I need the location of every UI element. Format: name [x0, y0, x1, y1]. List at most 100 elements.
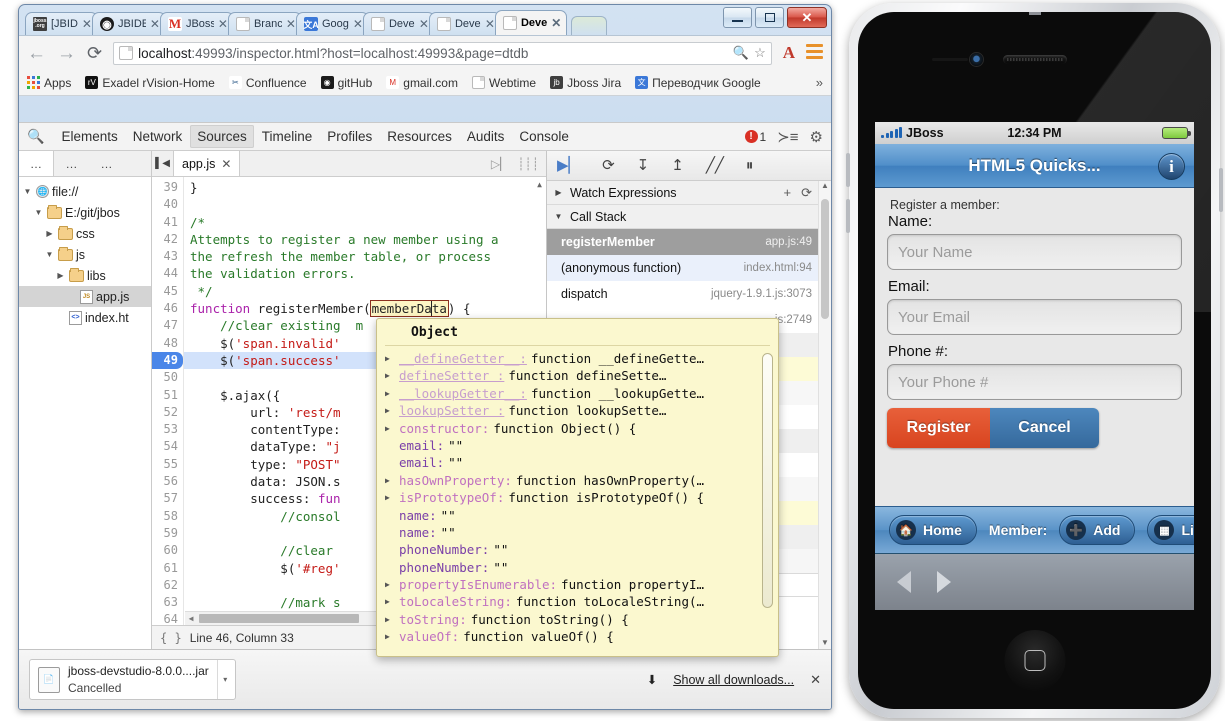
call-stack-pane[interactable]: ▼Call Stack — [547, 205, 818, 229]
search-icon[interactable]: 🔍 — [27, 128, 44, 145]
object-property-12[interactable]: phoneNumber: "" — [385, 559, 778, 576]
tree-node-4[interactable]: ▶libs — [19, 265, 151, 286]
devtools-tab-network[interactable]: Network — [126, 125, 190, 148]
line-number[interactable]: 44 — [152, 265, 183, 282]
browser-tab-close-icon[interactable]: ✕ — [218, 18, 228, 30]
close-downloads-bar-icon[interactable]: ✕ — [810, 672, 821, 688]
browser-tab-1[interactable]: ◉JBIDE✕ — [92, 12, 166, 35]
browser-tab-7[interactable]: Deve✕ — [495, 10, 567, 35]
bookmark-2[interactable]: ✂Confluence — [229, 76, 307, 90]
line-number[interactable]: 46 — [152, 300, 183, 317]
expand-arrow-icon[interactable]: ▶ — [385, 628, 395, 645]
call-stack-frame-1[interactable]: (anonymous function)index.html:94 — [547, 255, 818, 281]
devtools-tab-elements[interactable]: Elements — [54, 125, 124, 148]
call-stack-frame-2[interactable]: dispatchjquery-1.9.1.js:3073 — [547, 281, 818, 307]
dock-icon[interactable]: ≻≡ — [777, 128, 798, 146]
pause-on-exceptions-icon[interactable]: ⏸ — [746, 158, 754, 173]
volume-up-button[interactable] — [846, 153, 850, 187]
tree-node-1[interactable]: ▼E:/git/jbos — [19, 202, 151, 223]
browser-tab-close-icon[interactable]: ✕ — [419, 18, 429, 30]
expand-arrow-icon[interactable]: ▶ — [385, 385, 395, 402]
line-number[interactable]: 54 — [152, 438, 183, 455]
add-member-button[interactable]: ➕ Add — [1059, 515, 1135, 545]
pane-action-1[interactable]: ⟳ — [801, 185, 812, 201]
expand-arrow-icon[interactable]: ▶ — [385, 593, 395, 610]
browser-tab-5[interactable]: Deve✕ — [363, 12, 435, 35]
minimize-button[interactable] — [723, 7, 752, 28]
list-members-button[interactable]: ▦ List — [1147, 515, 1194, 545]
bookmark-6[interactable]: jbJboss Jira — [550, 76, 621, 90]
line-number[interactable]: 64 — [152, 611, 183, 625]
step-over-icon[interactable]: ⟳ — [602, 158, 615, 173]
tree-node-0[interactable]: ▼🌐file:// — [19, 181, 151, 202]
bookmark-7[interactable]: 文Переводчик Google — [635, 76, 761, 90]
line-number[interactable]: 55 — [152, 456, 183, 473]
power-button[interactable] — [1219, 168, 1223, 212]
new-tab-button[interactable] — [571, 16, 607, 35]
editor-tab-appjs[interactable]: app.js ✕ — [174, 151, 240, 176]
line-number[interactable]: 57 — [152, 490, 183, 507]
bookmark-4[interactable]: Mgmail.com — [386, 76, 458, 90]
line-number[interactable]: 41 — [152, 214, 183, 231]
maximize-button[interactable] — [755, 7, 784, 28]
line-number[interactable]: 53 — [152, 421, 183, 438]
line-number[interactable]: 60 — [152, 542, 183, 559]
back-button[interactable]: ← — [27, 44, 46, 63]
line-number[interactable]: 56 — [152, 473, 183, 490]
scroll-down-icon[interactable]: ▼ — [819, 638, 831, 647]
tree-node-6[interactable]: <>index.ht — [19, 307, 151, 328]
tree-node-2[interactable]: ▶css — [19, 223, 151, 244]
tree-node-3[interactable]: ▼js — [19, 244, 151, 265]
line-number[interactable]: 48 — [152, 335, 183, 352]
browser-tab-close-icon[interactable]: ✕ — [150, 18, 160, 30]
line-number[interactable]: 43 — [152, 248, 183, 265]
scroll-up-icon[interactable]: ▲ — [819, 181, 831, 190]
star-icon[interactable]: ☆ — [754, 45, 766, 61]
line-number[interactable]: 50 — [152, 369, 183, 386]
line-number[interactable]: 42 — [152, 231, 183, 248]
pretty-print-braces-icon[interactable]: { } — [160, 631, 182, 645]
tooltip-scroll-thumb[interactable] — [762, 353, 773, 608]
home-button[interactable]: 🏠 Home — [889, 515, 977, 545]
info-icon[interactable]: i — [1158, 153, 1185, 180]
object-property-16[interactable]: ▶valueOf: function valueOf() { — [385, 628, 778, 645]
devtools-tab-sources[interactable]: Sources — [190, 125, 254, 148]
hamburger-icon[interactable] — [806, 44, 823, 62]
expand-arrow-icon[interactable]: ▶ — [385, 350, 395, 367]
object-property-9[interactable]: name: "" — [385, 507, 778, 524]
line-number[interactable]: 52 — [152, 404, 183, 421]
watch-expressions-pane[interactable]: ▶Watch Expressions+⟳ — [547, 181, 818, 205]
pane-action-0[interactable]: + — [784, 185, 792, 201]
object-property-11[interactable]: phoneNumber: "" — [385, 541, 778, 558]
register-button[interactable]: Register — [887, 408, 990, 448]
tree-node-5[interactable]: JSapp.js — [19, 286, 151, 307]
error-count-badge[interactable]: ! 1 — [745, 130, 767, 144]
call-stack-frame-0[interactable]: registerMemberapp.js:49 — [547, 229, 818, 255]
line-number[interactable]: 45 — [152, 283, 183, 300]
devtools-tab-console[interactable]: Console — [512, 125, 576, 148]
browser-tab-close-icon[interactable]: ✕ — [82, 18, 92, 30]
line-number[interactable]: 47 — [152, 317, 183, 334]
object-property-2[interactable]: ▶__lookupGetter__: function __lookupGett… — [385, 385, 778, 402]
editor-tab-close-icon[interactable]: ✕ — [221, 157, 231, 171]
step-into-icon[interactable]: ↧ — [637, 158, 650, 173]
browser-tab-close-icon[interactable]: ✕ — [551, 17, 561, 29]
expand-arrow-icon[interactable]: ▶ — [385, 420, 395, 437]
tree-twisty-icon[interactable]: ▼ — [22, 187, 33, 196]
bookmark-0[interactable]: Apps — [27, 76, 71, 90]
navigator-tab-2[interactable]: … — [89, 151, 124, 176]
object-property-15[interactable]: ▶toString: function toString() { — [385, 611, 778, 628]
devtools-tab-profiles[interactable]: Profiles — [320, 125, 379, 148]
expand-arrow-icon[interactable]: ▶ — [385, 472, 395, 489]
line-number[interactable]: 62 — [152, 577, 183, 594]
browser-tab-close-icon[interactable]: ✕ — [485, 18, 495, 30]
pane-twisty-icon[interactable]: ▶ — [553, 188, 564, 197]
browser-tab-close-icon[interactable]: ✕ — [353, 18, 363, 30]
forward-button[interactable]: → — [57, 44, 76, 63]
line-number[interactable]: 40 — [152, 196, 183, 213]
show-all-downloads-link[interactable]: Show all downloads... — [673, 673, 794, 687]
debugger-scrollbar[interactable]: ▲ ▼ — [818, 181, 831, 649]
expand-arrow-icon[interactable]: ▶ — [385, 402, 395, 419]
field-input-2[interactable]: Your Phone # — [887, 364, 1182, 400]
zoom-icon[interactable]: 🔍 — [733, 45, 749, 61]
